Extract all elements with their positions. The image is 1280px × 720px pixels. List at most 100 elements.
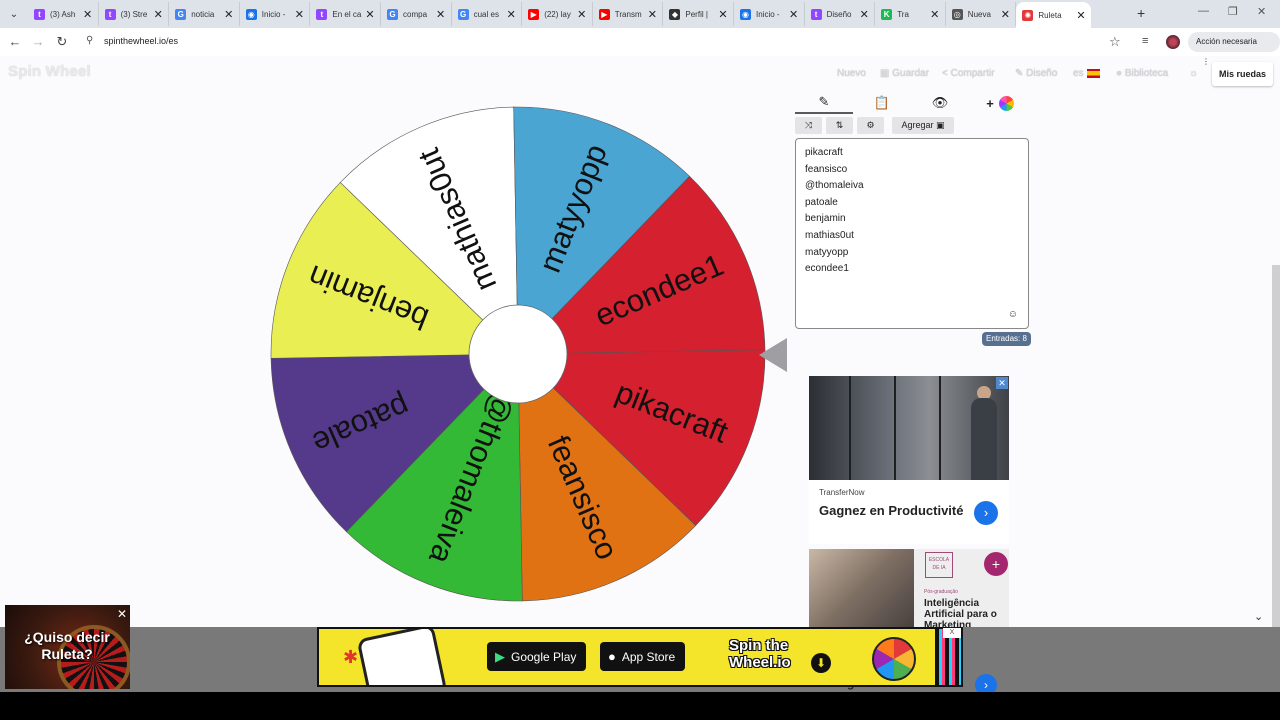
- browser-tab[interactable]: ◉ Inicio - ✕: [240, 2, 311, 26]
- tab-close-icon[interactable]: ✕: [152, 8, 164, 21]
- address-bar[interactable]: ⚲ spinthewheel.io/es: [80, 30, 1130, 54]
- more-menu-icon[interactable]: ⋮: [1202, 57, 1210, 66]
- entry-line[interactable]: feansisco: [805, 162, 1019, 179]
- app-download-banner[interactable]: ✱ ▶ Google Play ● App Store Spin the Wheel…: [317, 627, 963, 687]
- ad-image[interactable]: [809, 376, 1009, 480]
- forward-icon[interactable]: →: [30, 34, 46, 49]
- shuffle-button[interactable]: ⤨: [795, 117, 822, 134]
- close-window-icon[interactable]: ✕: [1257, 5, 1266, 18]
- promo-close-icon[interactable]: ✕: [117, 607, 127, 621]
- browser-tab[interactable]: t (3) Stre ✕: [99, 2, 170, 26]
- ad-photo[interactable]: [809, 549, 914, 627]
- ad-escola-ia[interactable]: ESCOLA DE IA + Pós-graduação Inteligênci…: [809, 549, 1009, 627]
- tab-close-icon[interactable]: ✕: [1075, 9, 1087, 22]
- language-selector[interactable]: es: [1073, 68, 1100, 79]
- wheel-graphic[interactable]: pikacraftfeansisco@thomaleivapatoalebenj…: [262, 98, 774, 610]
- tab-close-icon[interactable]: ✕: [576, 8, 588, 21]
- tab-close-icon[interactable]: ✕: [858, 8, 870, 21]
- browser-tab[interactable]: ◉ Inicio - ✕: [734, 2, 805, 26]
- browser-tab[interactable]: ▶ (22) lay ✕: [522, 2, 593, 26]
- ad-go-button[interactable]: ›: [974, 501, 998, 525]
- profile-avatar[interactable]: [1166, 35, 1180, 49]
- tab-close-icon[interactable]: ✕: [646, 8, 658, 21]
- entry-line[interactable]: matyyopp: [805, 245, 1019, 262]
- library-button[interactable]: ● Biblioteca: [1116, 68, 1168, 79]
- my-wheels-button[interactable]: Mis ruedas: [1212, 62, 1274, 86]
- bookmark-star-icon[interactable]: ☆: [1109, 34, 1121, 50]
- media-controls-icon[interactable]: ≡: [1142, 35, 1148, 47]
- theme-toggle-icon[interactable]: ☼: [1189, 68, 1198, 79]
- action-required-button[interactable]: Acción necesaria ⋮: [1188, 32, 1280, 66]
- tab-close-icon[interactable]: ✕: [435, 8, 447, 21]
- banner-close-button[interactable]: X: [943, 628, 961, 638]
- browser-tab[interactable]: Gcompa ✕: [381, 2, 452, 26]
- reload-icon[interactable]: ↻: [54, 34, 70, 50]
- tab-favicon-icon: G: [175, 8, 187, 20]
- browser-tab[interactable]: ◎ Nueva ✕: [946, 2, 1017, 26]
- back-icon[interactable]: ←: [7, 34, 23, 49]
- maximize-icon[interactable]: ❐: [1228, 5, 1238, 18]
- scroll-down-arrow-icon[interactable]: ⌄: [1254, 610, 1263, 623]
- browser-tab[interactable]: Gnoticia ✕: [169, 2, 240, 26]
- tab-edit[interactable]: ✎: [795, 92, 853, 114]
- ad-brand[interactable]: TransferNow: [819, 488, 865, 497]
- tab-close-icon[interactable]: ✕: [293, 8, 305, 21]
- entry-line[interactable]: econdee1: [805, 261, 1019, 278]
- tab-add-wheel[interactable]: +: [971, 92, 1029, 114]
- ad-title[interactable]: Inteligência Artificial para o Marketing…: [924, 598, 1006, 627]
- entry-line[interactable]: patoale: [805, 195, 1019, 212]
- tab-close-icon[interactable]: ✕: [999, 8, 1011, 21]
- browser-tab[interactable]: t (3) Ash ✕: [28, 2, 99, 26]
- banner-brand[interactable]: Spin the Wheel.io: [729, 637, 805, 671]
- site-info-icon[interactable]: ⚲: [86, 35, 93, 46]
- app-store-button[interactable]: ● App Store: [600, 642, 686, 671]
- tab-close-icon[interactable]: ✕: [364, 8, 376, 21]
- entry-line[interactable]: @thomaleiva: [805, 178, 1019, 195]
- download-icon[interactable]: ⬇: [811, 653, 831, 673]
- browser-tab[interactable]: Gcual es ✕: [452, 2, 523, 26]
- tab-close-icon[interactable]: ✕: [717, 8, 729, 21]
- promo-did-you-mean[interactable]: ¿Quiso decir Ruleta? ✕: [5, 605, 130, 689]
- tab-search-button[interactable]: ⌄: [4, 4, 24, 24]
- ad-close-icon[interactable]: ✕: [996, 377, 1008, 389]
- google-play-button[interactable]: ▶ Google Play: [487, 642, 587, 671]
- settings-button[interactable]: ⚙: [857, 117, 884, 134]
- design-button[interactable]: ✎ Diseño: [1015, 68, 1057, 79]
- tab-label: (3) Ash: [50, 9, 76, 19]
- minimize-icon[interactable]: —: [1198, 5, 1209, 17]
- tab-close-icon[interactable]: ✕: [505, 8, 517, 21]
- browser-tab[interactable]: ▶ Transm ✕: [593, 2, 664, 26]
- browser-tab[interactable]: K Tra ✕: [875, 2, 946, 26]
- promo-text[interactable]: ¿Quiso decir Ruleta?: [11, 629, 123, 663]
- spin-wheel[interactable]: pikacraft feansisco @thomaleiva patoale benj…: [262, 98, 774, 610]
- entries-textarea[interactable]: pikacraft feansisco @thomaleiva patoale benj…: [795, 138, 1029, 329]
- entry-line[interactable]: benjamin: [805, 211, 1019, 228]
- tab-close-icon[interactable]: ✕: [929, 8, 941, 21]
- tab-hidden[interactable]: 👁: [911, 92, 969, 114]
- browser-tab[interactable]: t Diseño ✕: [805, 2, 876, 26]
- entry-line[interactable]: pikacraft: [805, 145, 1019, 162]
- site-logo[interactable]: Spin Wheel: [8, 63, 91, 80]
- browser-tab[interactable]: t En el ca ✕: [310, 2, 381, 26]
- tab-results[interactable]: 📋: [853, 92, 911, 114]
- ad-plus-button[interactable]: +: [984, 552, 1008, 576]
- entry-line[interactable]: mathias0ut: [805, 228, 1019, 245]
- tab-close-icon[interactable]: ✕: [82, 8, 94, 21]
- tab-favicon-icon: ▶: [598, 8, 610, 20]
- wheel-center[interactable]: [468, 304, 568, 404]
- sort-button[interactable]: ⇅: [826, 117, 853, 134]
- ad-transfernow[interactable]: ✕ TransferNow Gagnez en Productivité ›: [809, 376, 1009, 544]
- url-text[interactable]: spinthewheel.io/es: [104, 36, 178, 46]
- emoji-icon[interactable]: ☺: [1008, 309, 1018, 320]
- save-button[interactable]: ▣ Guardar: [880, 68, 929, 79]
- tab-close-icon[interactable]: ✕: [223, 8, 235, 21]
- new-tab-button[interactable]: +: [1137, 5, 1145, 21]
- new-button[interactable]: Nuevo: [837, 68, 866, 79]
- ad-title[interactable]: Gagnez en Productivité: [819, 502, 969, 520]
- add-image-button[interactable]: Agregar ▣: [892, 117, 954, 134]
- tab-close-icon[interactable]: ✕: [788, 8, 800, 21]
- browser-tab[interactable]: ✺ Ruleta ✕: [1016, 2, 1091, 28]
- share-button[interactable]: < Compartir: [942, 68, 995, 79]
- page-scrollbar[interactable]: [1272, 265, 1280, 627]
- browser-tab[interactable]: ◆ Perfil | ✕: [663, 2, 734, 26]
